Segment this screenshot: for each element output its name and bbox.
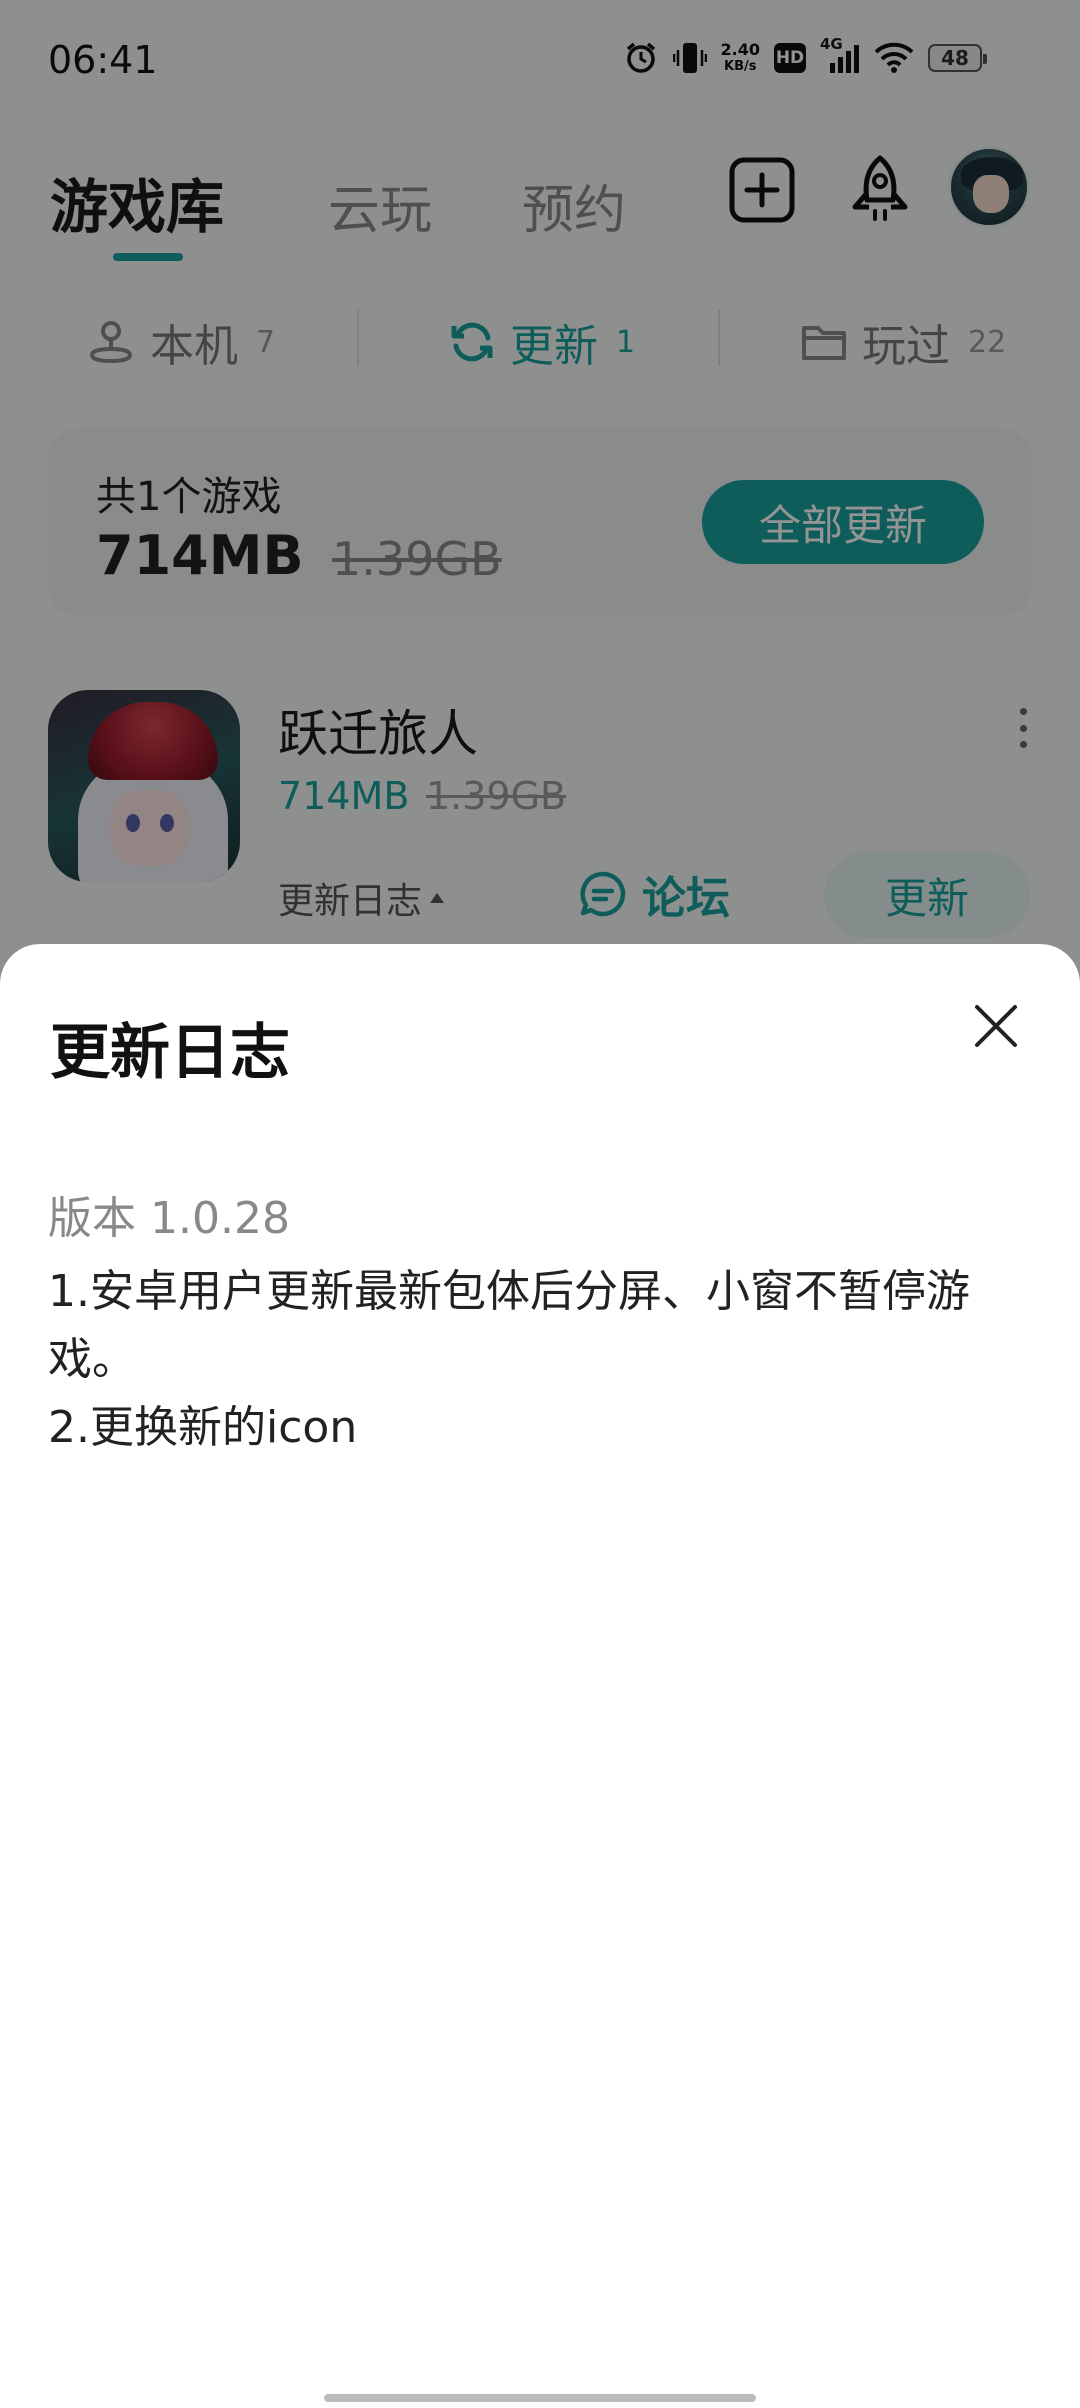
close-icon [975, 1005, 1017, 1047]
changelog-note: 1.安卓用户更新最新包体后分屏、小窗不暂停游戏。 [48, 1266, 970, 1385]
changelog-note: 2.更换新的icon [48, 1402, 358, 1453]
version-label: 版本 1.0.28 [48, 1193, 290, 1244]
close-button[interactable] [964, 994, 1028, 1058]
changelog-sheet: 更新日志 版本 1.0.28 1.安卓用户更新最新包体后分屏、小窗不暂停游戏。 … [0, 944, 1080, 2408]
changelog-notes: 1.安卓用户更新最新包体后分屏、小窗不暂停游戏。 2.更换新的icon [48, 1258, 1032, 1462]
sheet-title: 更新日志 [50, 1018, 290, 1088]
home-indicator[interactable] [324, 2394, 756, 2402]
